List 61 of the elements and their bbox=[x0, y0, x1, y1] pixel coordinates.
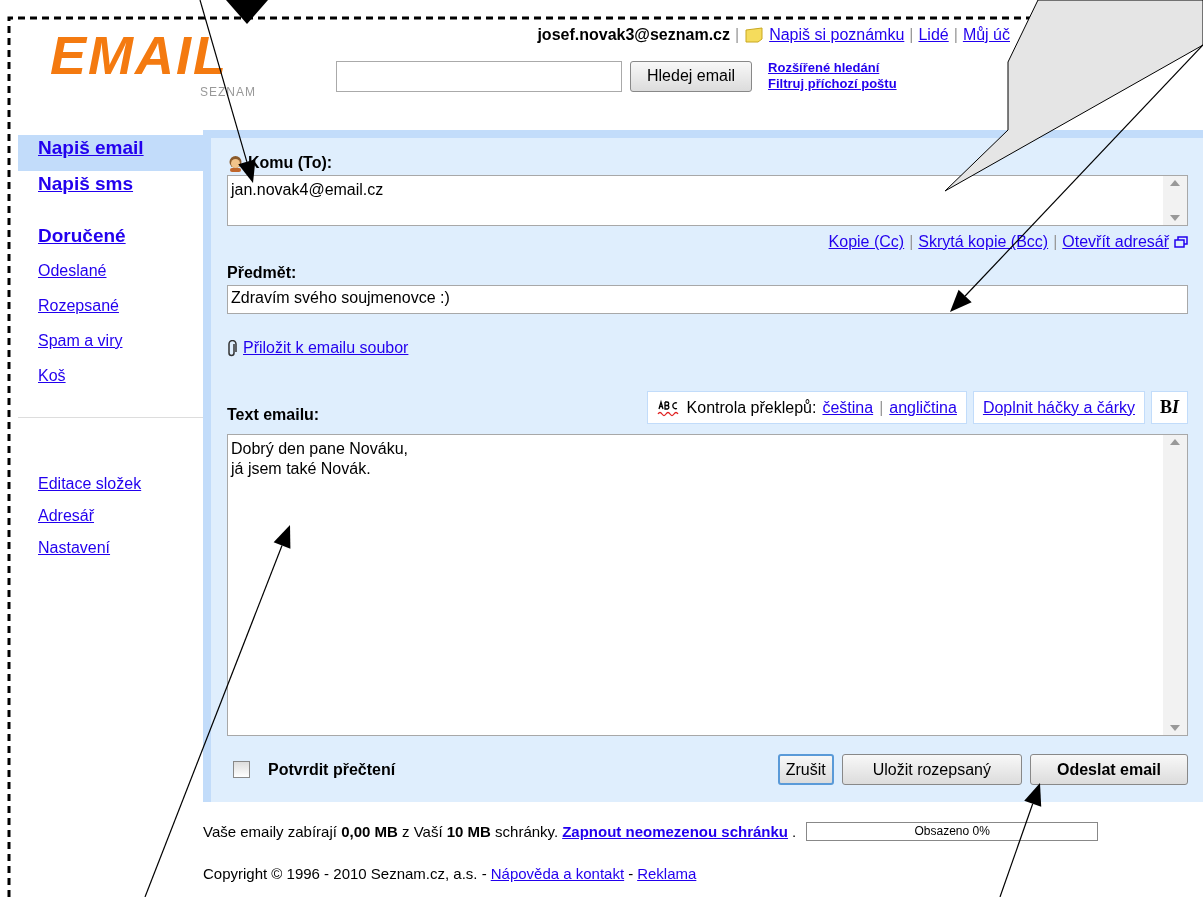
search-link[interactable]: Filtruj příchozí poštu bbox=[768, 76, 897, 92]
down-arrow-icon bbox=[1170, 725, 1180, 731]
sidebar-item[interactable]: Rozepsané bbox=[18, 294, 203, 329]
account-email: josef.novak3@seznam.cz bbox=[537, 26, 730, 44]
copyright-text: Copyright © 1996 - 2010 Seznam.cz, a.s. - bbox=[203, 865, 487, 882]
subject-label: Předmět: bbox=[227, 264, 297, 282]
sidebar-item[interactable]: Doručené bbox=[18, 223, 203, 259]
up-arrow-icon bbox=[1170, 180, 1180, 186]
body-label: Text emailu: bbox=[227, 406, 320, 424]
scrollbar[interactable] bbox=[1163, 176, 1187, 225]
spellcheck-label: Kontrola překlepů: bbox=[686, 398, 817, 417]
action-button[interactable]: Odeslat email bbox=[1029, 754, 1188, 785]
storage-text: Vaše emaily zabírají 0,00 MB z Vaší 10 MB schránky. bbox=[203, 823, 559, 840]
sidebar-link[interactable]: Nastavení bbox=[18, 538, 203, 570]
header-link[interactable]: Napiš si poznámku bbox=[769, 26, 905, 44]
separator: | bbox=[909, 26, 914, 44]
paperclip-icon bbox=[227, 339, 237, 357]
person-icon bbox=[227, 154, 244, 172]
up-arrow-icon bbox=[1170, 439, 1180, 445]
attach-link[interactable]: Přiložit k emailu soubor bbox=[243, 339, 409, 357]
sidebar-item[interactable]: Odeslané bbox=[18, 259, 203, 294]
footer-link[interactable]: Nápověda a kontakt bbox=[490, 865, 625, 882]
footer-link[interactable]: Reklama bbox=[637, 865, 697, 882]
action-button[interactable]: Uložit rozepsaný bbox=[841, 754, 1022, 785]
sidebar-link[interactable]: Adresář bbox=[18, 506, 203, 538]
separator: | bbox=[879, 398, 884, 417]
recipient-link[interactable]: Otevřít adresář bbox=[1062, 233, 1169, 251]
meter-label: Obsazeno 0% bbox=[913, 823, 991, 840]
diacritics-link[interactable]: Doplnit háčky a čárky bbox=[982, 398, 1135, 417]
header-link[interactable]: Můj úč bbox=[962, 26, 1010, 44]
subject-field[interactable]: Zdravím svého soujmenovce :) bbox=[227, 285, 1188, 314]
sidebar-item[interactable]: Napiš sms bbox=[18, 171, 203, 207]
sidebar-link[interactable]: Editace složek bbox=[18, 474, 203, 506]
format-button[interactable]: BI bbox=[1150, 391, 1188, 424]
action-button[interactable]: Zrušit bbox=[777, 754, 834, 785]
sidebar-item[interactable]: Napiš email bbox=[18, 135, 203, 171]
search-field[interactable] bbox=[336, 60, 622, 92]
separator: | bbox=[735, 26, 740, 44]
upgrade-link[interactable]: Zapnout neomezenou schránku bbox=[562, 823, 789, 840]
checkbox-label: Potvrdit přečtení bbox=[268, 760, 397, 779]
popup-window-icon bbox=[1174, 236, 1188, 248]
search-link[interactable]: Rozšířené hledání bbox=[768, 60, 897, 76]
separator: - bbox=[628, 865, 634, 882]
separator: | bbox=[953, 26, 958, 44]
note-icon bbox=[744, 27, 765, 43]
language-link[interactable]: čeština bbox=[822, 398, 874, 417]
language-link[interactable]: angličtina bbox=[889, 398, 957, 417]
sidebar-item[interactable]: Koš bbox=[18, 364, 203, 399]
period-text: . bbox=[792, 823, 797, 840]
separator: | bbox=[909, 233, 914, 251]
header-link[interactable]: Lidé bbox=[918, 26, 949, 44]
scrollbar[interactable] bbox=[1163, 435, 1187, 735]
recipient-link[interactable]: Kopie (Cc) bbox=[828, 233, 905, 251]
separator: | bbox=[1053, 233, 1058, 251]
checkbox[interactable] bbox=[233, 761, 250, 778]
sidebar-item[interactable]: Spam a viry bbox=[18, 329, 203, 364]
search-button[interactable]: Hledej email bbox=[630, 60, 753, 92]
body-field[interactable]: Dobrý den pane Nováku, já jsem také Novák. bbox=[227, 434, 1188, 736]
to-field[interactable]: jan.novak4@email.cz bbox=[227, 175, 1188, 226]
spellcheck-icon bbox=[656, 398, 681, 417]
down-arrow-icon bbox=[1170, 215, 1180, 221]
